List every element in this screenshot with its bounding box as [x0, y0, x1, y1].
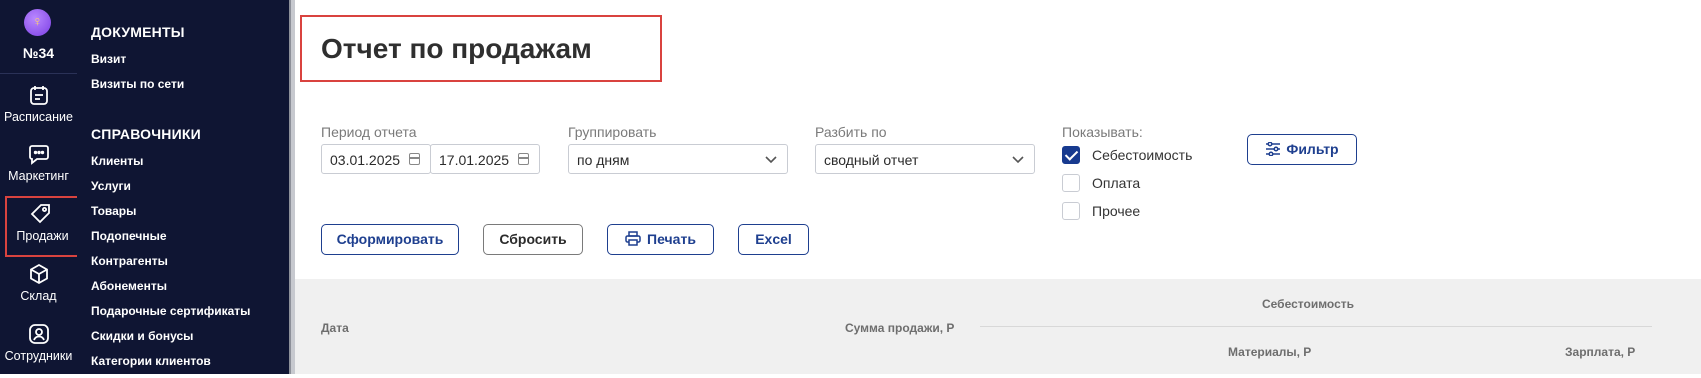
icon-rail: ♀ №34 Расписание Маркетинг Продажи Склад… [0, 0, 83, 374]
menu-item-clients[interactable]: Клиенты [91, 154, 143, 168]
show-label: Показывать: [1062, 124, 1143, 140]
generate-button[interactable]: Сформировать [321, 224, 459, 255]
show-other-checkbox[interactable] [1062, 202, 1080, 220]
menu-section-references: СПРАВОЧНИКИ [91, 126, 201, 142]
menu-section-documents: ДОКУМЕНТЫ [91, 24, 185, 40]
column-sales-sum[interactable]: Сумма продажи, Р [845, 321, 954, 335]
show-payment-label: Оплата [1092, 175, 1141, 191]
tag-icon [30, 204, 50, 224]
date-from-input[interactable]: 03.01.2025 [321, 144, 431, 174]
rail-item-warehouse[interactable]: Склад [0, 262, 77, 318]
header-divider [980, 326, 1652, 327]
rail-item-label: Расписание [4, 110, 73, 124]
show-cost-label: Себестоимость [1092, 147, 1193, 163]
split-select[interactable]: сводный отчет [815, 144, 1035, 174]
excel-button[interactable]: Excel [738, 224, 809, 255]
date-to-value: 17.01.2025 [439, 152, 510, 168]
page-title: Отчет по продажам [321, 33, 592, 64]
group-value: по дням [577, 152, 630, 168]
menu-item-visit[interactable]: Визит [91, 52, 126, 66]
show-other-label: Прочее [1092, 203, 1141, 219]
rail-item-label: Продажи [16, 229, 69, 243]
menu-item-counterparties[interactable]: Контрагенты [91, 254, 168, 268]
calendar-icon [29, 86, 48, 105]
rail-item-marketing[interactable]: Маркетинг [0, 142, 77, 198]
menu-item-subscriptions[interactable]: Абонементы [91, 279, 167, 293]
menu-item-discounts[interactable]: Скидки и бонусы [91, 329, 193, 343]
column-materials[interactable]: Материалы, Р [1228, 345, 1311, 359]
menu-item-products[interactable]: Товары [91, 204, 136, 218]
reset-button[interactable]: Сбросить [483, 224, 583, 255]
split-label: Разбить по [815, 124, 887, 140]
printer-icon [625, 231, 641, 246]
filter-button[interactable]: Фильтр [1247, 134, 1357, 165]
show-payment-checkbox[interactable] [1062, 174, 1080, 192]
column-group-cost: Себестоимость [1262, 297, 1355, 311]
user-icon [28, 324, 49, 344]
calendar-icon[interactable] [518, 153, 529, 165]
secondary-menu: ДОКУМЕНТЫ Визит Визиты по сети СПРАВОЧНИ… [77, 0, 289, 374]
rail-separator [0, 73, 77, 74]
menu-item-wards[interactable]: Подопечные [91, 229, 167, 243]
date-to-input[interactable]: 17.01.2025 [430, 144, 540, 174]
rail-item-sales[interactable]: Продажи [5, 196, 83, 257]
group-select[interactable]: по дням [568, 144, 788, 174]
rail-item-label: Маркетинг [8, 169, 69, 183]
calendar-icon[interactable] [409, 153, 420, 165]
print-button-label: Печать [647, 231, 696, 247]
show-cost-checkbox[interactable] [1062, 146, 1080, 164]
group-label: Группировать [568, 124, 657, 140]
rail-item-staff[interactable]: Сотрудники [0, 322, 77, 378]
chevron-down-icon [765, 156, 777, 164]
column-salary[interactable]: Зарплата, Р [1565, 345, 1635, 359]
column-date[interactable]: Дата [321, 321, 349, 335]
sliders-icon [1266, 141, 1281, 157]
date-from-value: 03.01.2025 [330, 152, 401, 168]
menu-item-client-categories[interactable]: Категории клиентов [91, 354, 211, 368]
logo-figure-icon: ♀ [32, 13, 43, 29]
filter-button-label: Фильтр [1286, 141, 1339, 157]
menu-item-gift-certificates[interactable]: Подарочные сертификаты [91, 304, 250, 318]
menu-item-network-visits[interactable]: Визиты по сети [91, 77, 184, 91]
rail-item-label: Склад [20, 289, 57, 303]
menu-item-services[interactable]: Услуги [91, 179, 131, 193]
branch-number[interactable]: №34 [0, 45, 77, 61]
rail-item-label: Сотрудники [4, 349, 73, 363]
chat-icon [28, 145, 49, 165]
print-button[interactable]: Печать [607, 224, 714, 255]
period-label: Период отчета [321, 124, 417, 140]
box-icon [29, 263, 48, 285]
chevron-down-icon [1012, 156, 1024, 164]
split-value: сводный отчет [824, 152, 919, 168]
rail-item-schedule[interactable]: Расписание [0, 83, 77, 139]
salon-logo[interactable]: ♀ [24, 9, 51, 36]
